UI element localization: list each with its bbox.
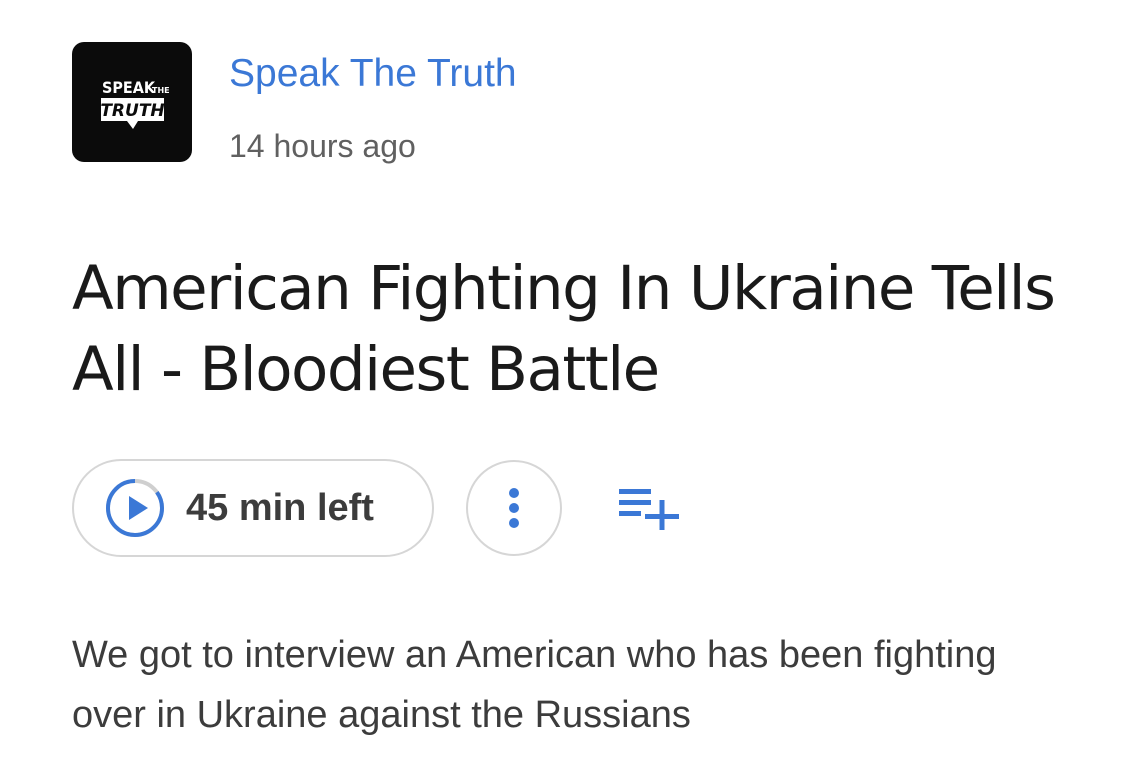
playlist-add-icon — [619, 489, 679, 530]
action-row: 45 min left — [72, 459, 682, 557]
logo-speak-text: SPEAK — [102, 78, 156, 97]
logo-speech-tail — [127, 121, 138, 129]
episode-title[interactable]: American Fighting In Ukraine Tells All -… — [72, 248, 1072, 410]
add-to-queue-button[interactable] — [618, 476, 682, 540]
more-vertical-icon — [509, 488, 519, 528]
more-options-button[interactable] — [466, 460, 562, 556]
episode-meta: Speak The Truth 14 hours ago — [229, 42, 517, 162]
time-left-label: 45 min left — [186, 486, 374, 529]
play-button[interactable]: 45 min left — [72, 459, 434, 557]
episode-header: SPEAK THE TRUTH Speak The Truth 14 hours… — [72, 42, 517, 162]
logo-truth-text: TRUTH — [100, 101, 164, 121]
episode-description: We got to interview an American who has … — [72, 634, 997, 736]
published-time: 14 hours ago — [229, 128, 416, 164]
channel-name-link[interactable]: Speak The Truth — [229, 54, 517, 93]
logo-the-text: THE — [152, 86, 170, 95]
play-progress-icon — [106, 479, 164, 537]
podcast-logo[interactable]: SPEAK THE TRUTH — [72, 42, 192, 162]
speak-the-truth-logo-icon: SPEAK THE TRUTH — [100, 78, 170, 129]
